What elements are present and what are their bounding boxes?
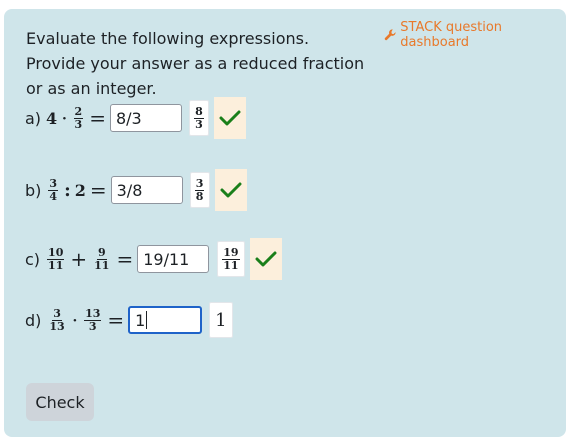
fraction-numerator: 2 [73, 104, 84, 119]
fraction-denominator: 8 [195, 189, 204, 203]
answer-preview-a: 8 3 [188, 100, 209, 136]
fraction-numerator: 13 [84, 306, 102, 321]
answer-preview-c: 19 11 [217, 241, 245, 277]
answer-preview-b: 3 8 [189, 172, 210, 208]
stack-dashboard-link[interactable]: STACK question dashboard [384, 20, 566, 50]
fraction-denominator: 3 [74, 117, 83, 131]
math-fraction: 10 11 [47, 245, 65, 272]
math-fraction: 9 11 [93, 245, 110, 272]
answer-input-d[interactable]: 1 [128, 306, 203, 334]
question-c-label: c) [25, 249, 41, 269]
wrench-icon [384, 29, 396, 41]
fraction-numerator: 3 [48, 176, 59, 191]
answer-input-d-value: 1 [135, 310, 146, 330]
fraction-denominator: 11 [223, 258, 239, 272]
answer-preview-d: 1 [209, 302, 233, 338]
text-caret [146, 311, 148, 329]
fraction-numerator: 19 [222, 245, 240, 260]
question-b: b) 3 4 : 2 = 3/8 3 8 [25, 169, 247, 211]
stack-dashboard-label: STACK question dashboard [400, 20, 503, 50]
check-icon [255, 251, 277, 267]
answer-input-a[interactable]: 8/3 [109, 104, 182, 132]
math-equals: = [107, 308, 125, 332]
question-b-label: b) [25, 180, 42, 200]
correct-feedback-b [214, 169, 247, 211]
fraction-denominator: 4 [49, 189, 58, 203]
fraction-denominator: 13 [49, 319, 65, 333]
answer-input-c[interactable]: 19/11 [137, 245, 210, 273]
fraction-denominator: 3 [195, 117, 203, 131]
math-int: 4 [46, 108, 58, 128]
fraction-numerator: 3 [52, 306, 62, 321]
fraction-numerator: 8 [194, 104, 204, 119]
math-operator: · [61, 106, 68, 130]
math-fraction: 3 4 [48, 176, 59, 203]
fraction-numerator: 9 [96, 245, 107, 260]
question-text: Evaluate the following expressions. Prov… [26, 29, 365, 98]
answer-preview-value: 1 [215, 309, 227, 331]
fraction-denominator: 11 [94, 258, 110, 272]
math-operator: · [71, 308, 79, 332]
question-a-label: a) [25, 108, 42, 128]
question-d-label: d) [25, 310, 42, 330]
math-fraction: 13 3 [84, 306, 102, 333]
fraction-numerator: 3 [194, 176, 205, 191]
question-a: a) 4 · 2 3 = 8/3 8 3 [25, 97, 246, 139]
math-operator: + [70, 247, 88, 271]
fraction-numerator: 10 [47, 245, 65, 260]
question-d: d) 3 13 · 13 3 = 1 1 [25, 301, 233, 339]
check-icon [219, 110, 241, 126]
math-operator: : [64, 179, 71, 201]
answer-input-b[interactable]: 3/8 [110, 176, 183, 204]
correct-feedback-a [213, 97, 246, 139]
fraction-denominator: 3 [88, 319, 97, 333]
math-fraction: 2 3 [73, 104, 84, 131]
correct-feedback-c [249, 238, 282, 280]
fraction-denominator: 11 [48, 258, 64, 272]
check-button[interactable]: Check [26, 383, 94, 421]
math-int: 2 [74, 180, 86, 200]
check-icon [220, 182, 242, 198]
math-equals: = [89, 178, 107, 202]
math-equals: = [89, 106, 106, 130]
question-panel: Evaluate the following expressions. Prov… [4, 9, 566, 437]
question-c: c) 10 11 + 9 11 = 19/11 19 11 [25, 238, 282, 280]
math-fraction: 3 13 [48, 306, 65, 333]
math-equals: = [116, 247, 134, 271]
